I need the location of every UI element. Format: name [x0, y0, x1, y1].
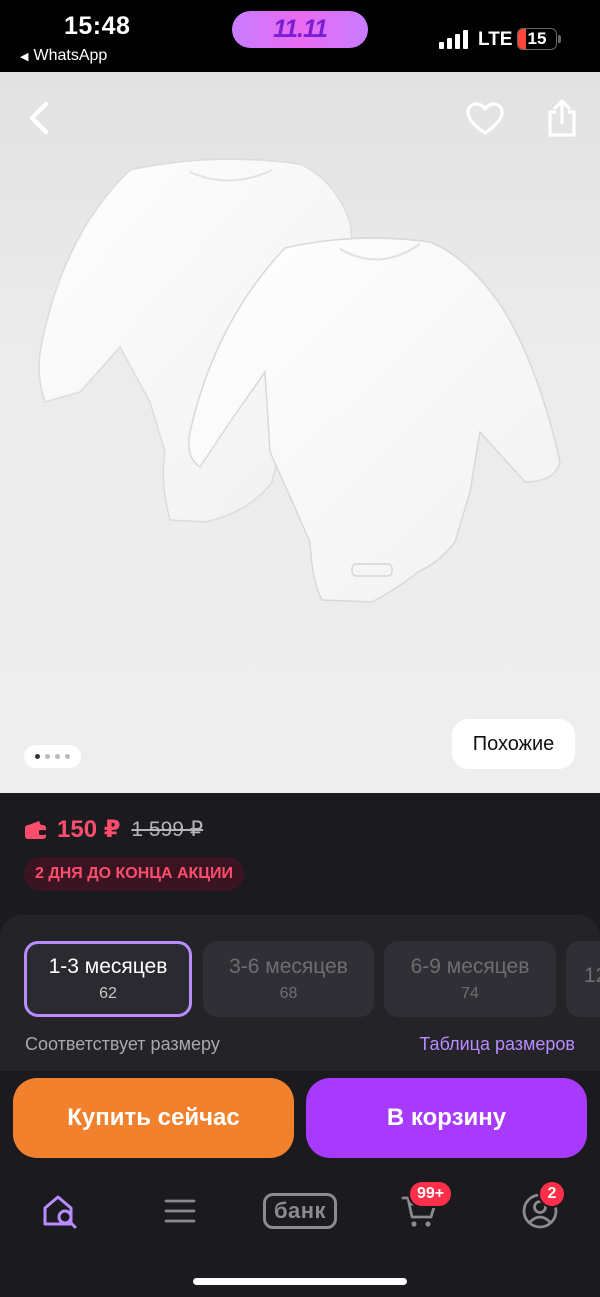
- back-triangle-icon: ◀: [20, 50, 29, 63]
- share-button[interactable]: [540, 94, 584, 142]
- battery-icon: 15: [517, 28, 557, 50]
- home-indicator[interactable]: [193, 1278, 407, 1285]
- current-price: 150 ₽: [57, 816, 121, 843]
- carousel-dot: [45, 754, 50, 759]
- carousel-indicator: [24, 745, 81, 768]
- size-option-6-9[interactable]: 6-9 месяцев 74: [384, 941, 556, 1017]
- back-to-app-link[interactable]: ◀ WhatsApp: [20, 47, 107, 65]
- nav-home[interactable]: [30, 1187, 90, 1235]
- purchase-actions: Купить сейчас В корзину: [0, 1071, 600, 1165]
- size-option-12[interactable]: 12: [566, 941, 600, 1017]
- back-app-label: WhatsApp: [33, 47, 108, 64]
- profile-notification-badge: 2: [538, 1180, 566, 1208]
- size-option-label: 1-3 месяцев: [48, 955, 168, 978]
- carousel-dot: [35, 754, 40, 759]
- back-button[interactable]: [18, 96, 62, 140]
- old-price: 1 599 ₽: [131, 818, 204, 841]
- signal-icon: [439, 29, 468, 49]
- carousel-dot: [55, 754, 60, 759]
- size-option-3-6[interactable]: 3-6 месяцев 68: [203, 941, 374, 1017]
- size-option-height: 74: [461, 985, 479, 1002]
- size-option-label: 6-9 месяцев: [410, 955, 530, 978]
- similar-items-button[interactable]: Похожие: [452, 719, 575, 769]
- product-gallery[interactable]: Похожие: [0, 72, 600, 793]
- size-option-height: 68: [279, 985, 298, 1002]
- size-fit-hint: Соответствует размеру: [25, 1034, 220, 1054]
- heart-icon: [466, 102, 504, 135]
- promo-pill[interactable]: 11.11: [232, 11, 368, 48]
- nav-catalog[interactable]: [150, 1187, 210, 1235]
- status-time: 15:48: [64, 12, 131, 40]
- menu-icon: [164, 1199, 196, 1223]
- product-image: [38, 158, 561, 603]
- size-option-height: 62: [99, 985, 117, 1002]
- share-icon: [548, 99, 576, 137]
- battery-level: 15: [527, 29, 547, 48]
- add-to-cart-button[interactable]: В корзину: [306, 1078, 587, 1158]
- promo-countdown-badge: 2 ДНЯ ДО КОНЦА АКЦИИ: [24, 857, 244, 891]
- network-type: LTE: [478, 29, 513, 50]
- status-bar: 15:48 ◀ WhatsApp 11.11 LTE 15: [0, 0, 600, 72]
- size-selector: 1-3 месяцев 62 3-6 месяцев 68 6-9 месяце…: [0, 915, 600, 1071]
- home-search-icon: [43, 1195, 77, 1229]
- size-option-1-3[interactable]: 1-3 месяцев 62: [24, 941, 192, 1017]
- promo-label: 11.11: [273, 15, 328, 43]
- cart-count-badge: 99+: [408, 1180, 454, 1208]
- bank-label: банк: [262, 1193, 338, 1229]
- size-option-label: 12: [584, 964, 600, 987]
- size-table-link[interactable]: Таблица размеров: [419, 1034, 575, 1055]
- size-option-label: 3-6 месяцев: [229, 955, 348, 978]
- buy-now-button[interactable]: Купить сейчас: [13, 1078, 294, 1158]
- favorite-button[interactable]: [462, 97, 508, 141]
- carousel-dot: [65, 754, 70, 759]
- price-section: 150 ₽ 1 599 ₽ 2 ДНЯ ДО КОНЦА АКЦИИ: [0, 793, 600, 913]
- chevron-left-icon: [29, 101, 49, 135]
- wallet-icon: [25, 820, 46, 839]
- nav-bank[interactable]: банк: [258, 1187, 342, 1235]
